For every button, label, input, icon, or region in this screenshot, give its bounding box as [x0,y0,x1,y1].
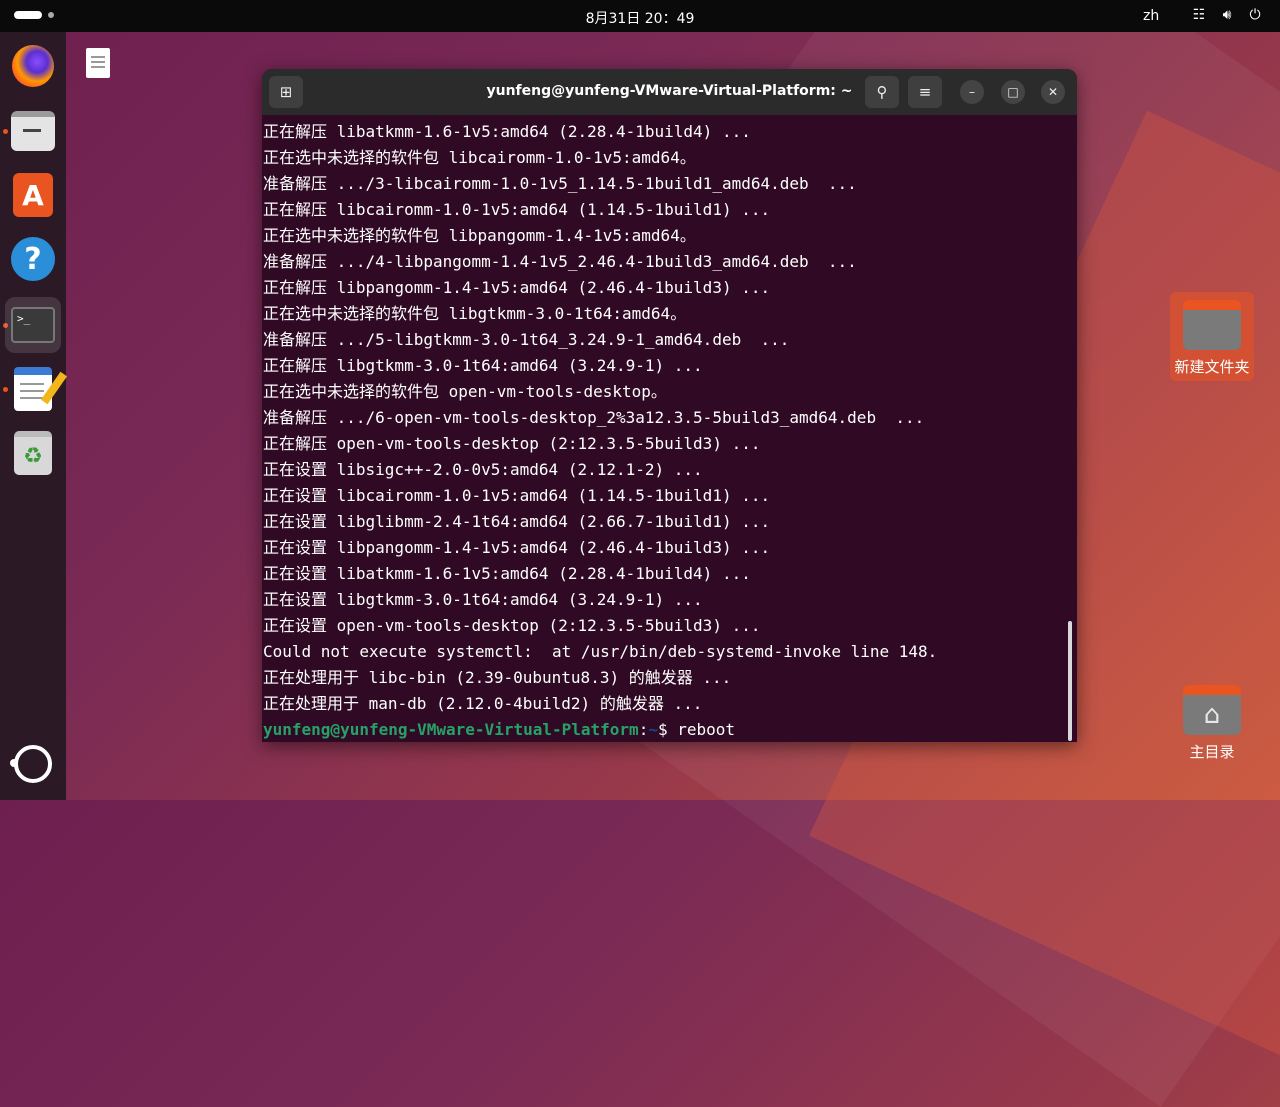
desktop-file-icon[interactable] [86,48,110,78]
terminal-scrollbar[interactable] [1068,621,1072,741]
dock-item-help[interactable]: ? [5,231,61,287]
terminal-line: 正在解压 open-vm-tools-desktop (2:12.3.5-5bu… [263,434,761,453]
terminal-line: 正在解压 libatkmm-1.6-1v5:amd64 (2.28.4-1bui… [263,122,751,141]
terminal-line: 准备解压 .../6-open-vm-tools-desktop_2%3a12.… [263,408,925,427]
system-tray[interactable]: ☷ 🔊︎ ⏻ [1190,7,1264,23]
prompt-separator: : [638,720,649,739]
terminal-output[interactable]: 正在解压 libatkmm-1.6-1v5:amd64 (2.28.4-1bui… [262,119,1062,742]
menu-button[interactable]: ≡ [908,76,942,108]
terminal-titlebar[interactable]: ⊞ yunfeng@yunfeng-VMware-Virtual-Platfor… [262,69,1077,115]
close-button[interactable]: ✕ [1041,80,1065,104]
terminal-line: 正在设置 libglibmm-2.4-1t64:amd64 (2.66.7-1b… [263,512,771,531]
close-icon: ✕ [1047,85,1059,99]
minimize-icon: – [969,85,975,99]
help-icon: ? [11,237,55,281]
terminal-line: 正在设置 libgtkmm-3.0-1t64:amd64 (3.24.9-1) … [263,590,703,609]
dock-item-terminal[interactable]: >_ [5,297,61,353]
terminal-line: 正在处理用于 libc-bin (2.39-0ubuntu8.3) 的触发器 .… [263,668,732,687]
top-bar: 8月31日 20：49 zh ☷ 🔊︎ ⏻ [0,0,1280,32]
terminal-line: Could not execute systemctl: at /usr/bin… [263,642,938,661]
prompt-command: reboot [677,720,736,739]
dock-item-trash[interactable]: ♻ [5,425,61,481]
terminal-line: 正在选中未选择的软件包 libpangomm-1.4-1v5:amd64。 [263,226,696,245]
terminal-line: 准备解压 .../5-libgtkmm-3.0-1t64_3.24.9-1_am… [263,330,790,349]
dock-item-app-center[interactable]: A [5,167,61,223]
terminal-icon: >_ [11,307,55,343]
terminal-window[interactable]: ⊞ yunfeng@yunfeng-VMware-Virtual-Platfor… [262,69,1077,742]
terminal-line: 正在设置 libcairomm-1.0-1v5:amd64 (1.14.5-1b… [263,486,771,505]
files-icon [11,111,55,151]
desktop-folder-label: 新建文件夹 [1174,358,1250,376]
network-icon[interactable]: ☷ [1190,7,1208,23]
terminal-line: 正在解压 libpangomm-1.4-1v5:amd64 (2.46.4-1b… [263,278,771,297]
trash-icon: ♻ [14,431,52,475]
search-icon: ⚲ [876,83,888,101]
prompt-user-host: yunfeng@yunfeng-VMware-Virtual-Platform [263,720,639,739]
dock: A ? >_ ♻ [0,32,66,800]
terminal-line: 正在设置 libatkmm-1.6-1v5:amd64 (2.28.4-1bui… [263,564,751,583]
terminal-line: 准备解压 .../3-libcairomm-1.0-1v5_1.14.5-1bu… [263,174,857,193]
maximize-icon: □ [1007,85,1019,99]
firefox-icon [12,45,54,87]
search-button[interactable]: ⚲ [865,76,899,108]
hamburger-menu-icon: ≡ [918,83,932,101]
dock-item-firefox[interactable] [5,38,61,94]
input-method-indicator[interactable]: zh [1143,8,1159,24]
power-icon[interactable]: ⏻ [1246,7,1264,23]
app-center-icon: A [13,173,53,217]
folder-icon [1183,300,1241,350]
terminal-line: 正在选中未选择的软件包 open-vm-tools-desktop。 [263,382,667,401]
terminal-line: 正在处理用于 man-db (2.12.0-4build2) 的触发器 ... [263,694,703,713]
maximize-button[interactable]: □ [1001,80,1025,104]
prompt-symbol: $ [657,720,678,739]
home-folder-icon: ⌂ [1183,685,1241,735]
window-title: yunfeng@yunfeng-VMware-Virtual-Platform:… [486,83,853,99]
terminal-prompt-line[interactable]: yunfeng@yunfeng-VMware-Virtual-Platform:… [262,717,1062,742]
text-editor-icon [14,367,52,411]
terminal-line: 正在选中未选择的软件包 libgtkmm-3.0-1t64:amd64。 [263,304,687,323]
terminal-line: 正在设置 libsigc++-2.0-0v5:amd64 (2.12.1-2) … [263,460,703,479]
home-icon: ⌂ [1203,700,1221,730]
terminal-line: 正在设置 open-vm-tools-desktop (2:12.3.5-5bu… [263,616,761,635]
terminal-line: 准备解压 .../4-libpangomm-1.4-1v5_2.46.4-1bu… [263,252,857,271]
clock[interactable]: 8月31日 20：49 [0,8,1280,28]
desktop-folder-new[interactable]: 新建文件夹 [1170,292,1254,381]
dock-item-text-editor[interactable] [5,361,61,417]
ubuntu-logo-icon [10,745,52,783]
volume-icon[interactable]: 🔊︎ [1218,7,1236,23]
desktop-folder-home[interactable]: ⌂ 主目录 [1170,677,1254,762]
terminal-line: 正在解压 libgtkmm-3.0-1t64:amd64 (3.24.9-1) … [263,356,703,375]
terminal-line: 正在解压 libcairomm-1.0-1v5:amd64 (1.14.5-1b… [263,200,771,219]
show-apps-button[interactable] [5,736,61,792]
terminal-line: 正在设置 libpangomm-1.4-1v5:amd64 (2.46.4-1b… [263,538,771,557]
prompt-path: ~ [648,720,658,739]
dock-item-files[interactable] [5,103,61,159]
terminal-line: 正在选中未选择的软件包 libcairomm-1.0-1v5:amd64。 [263,148,696,167]
desktop-folder-label: 主目录 [1189,743,1235,761]
minimize-button[interactable]: – [960,80,984,104]
